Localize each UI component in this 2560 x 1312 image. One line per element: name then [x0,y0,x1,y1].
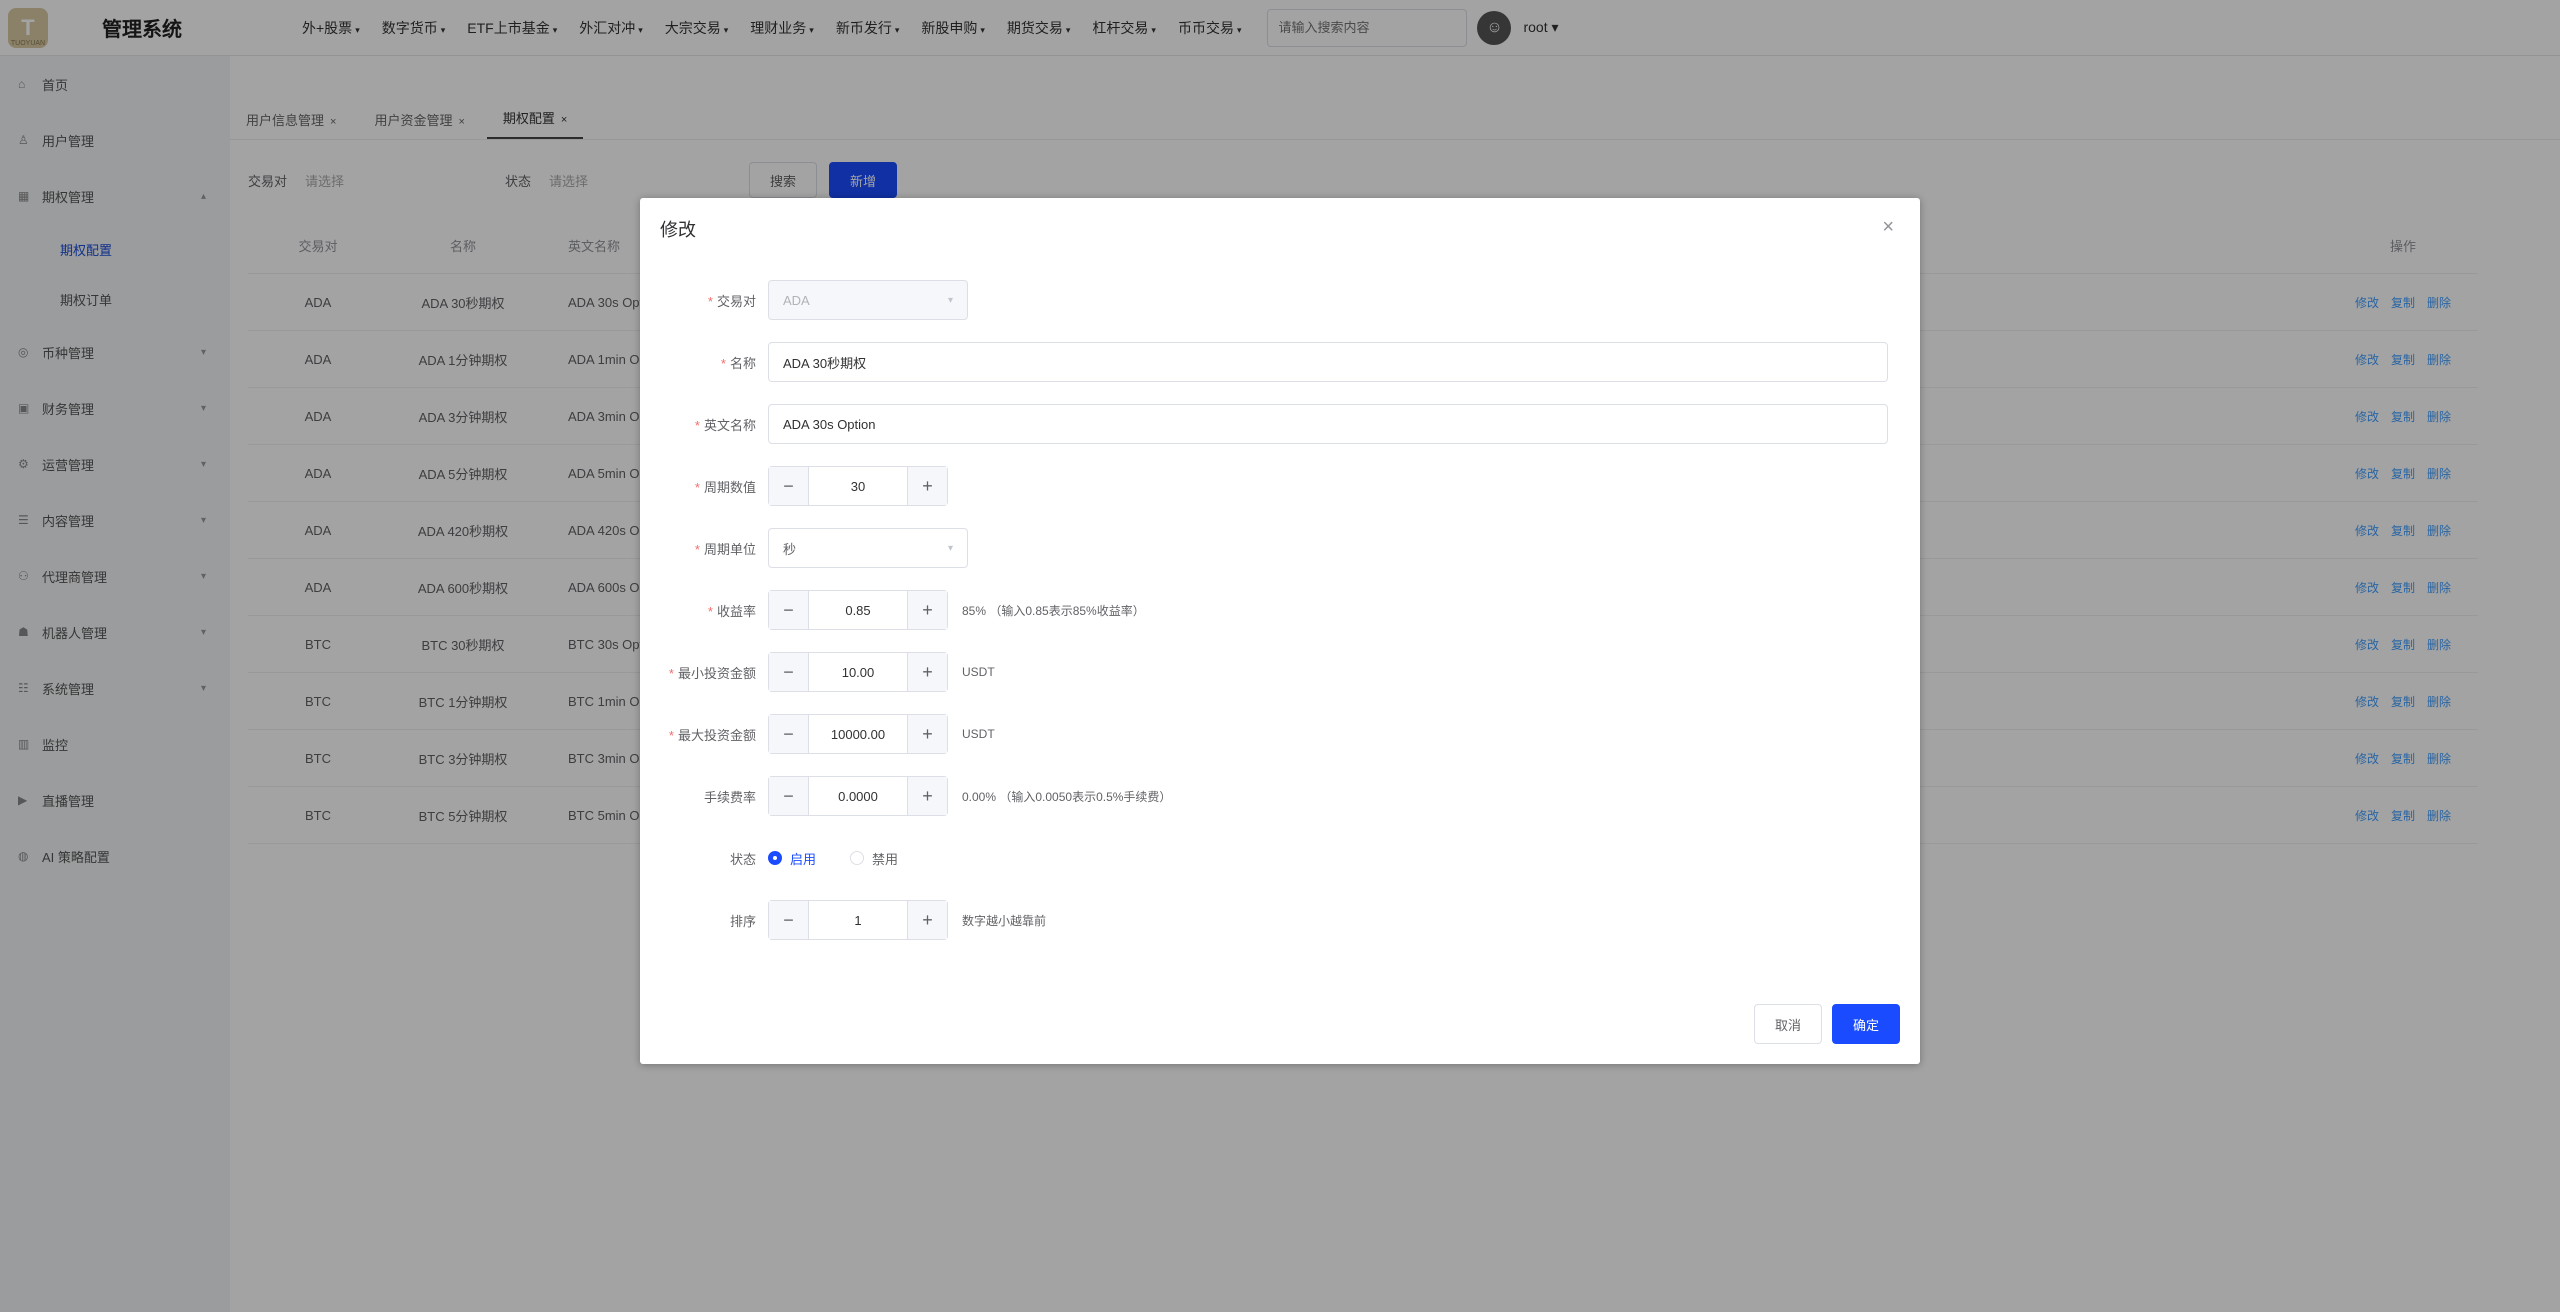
chevron-down-icon: ▾ [947,294,953,306]
sort-label: 排序 [729,913,756,929]
sort-stepper: − 1 + [768,900,948,940]
en-name-field[interactable]: ADA 30s Option [768,404,1888,444]
status-label: 状态 [729,851,756,867]
profit-rate-stepper: − 0.85 + [768,590,948,630]
max-invest-row: * 最大投资金额 − 10000.00 + USDT [640,714,995,754]
cancel-button[interactable]: 取消 [1753,1004,1822,1044]
sort-hint: 数字越小越靠前 [962,913,1047,928]
plus-icon[interactable]: + [907,715,947,753]
minus-icon[interactable]: − [769,653,809,691]
period-value-row: * 周期数值 − 30 + [640,466,948,506]
fee-rate-stepper: − 0.0000 + [768,776,948,816]
sort-row: 排序 − 1 + 数字越小越靠前 [640,900,1046,940]
profit-rate-label: * 收益率 [707,603,756,619]
name-row: * 名称 ADA 30秒期权 [640,342,1888,382]
minus-icon[interactable]: − [769,901,809,939]
minus-icon[interactable]: − [769,467,809,505]
min-invest-input[interactable]: 10.00 [809,665,907,680]
dialog-footer: 取消 确定 [1744,1004,1900,1044]
minus-icon[interactable]: − [769,777,809,815]
min-invest-unit: USDT [962,665,995,679]
edit-dialog: 修改 × * 交易对 ADA ▾ * 名称 ADA 30秒期权 * 英文名称 ADA 3… [640,198,1920,1064]
plus-icon[interactable]: + [907,653,947,691]
fee-rate-row: 手续费率 − 0.0000 + 0.00% （输入0.0050表示0.5%手续费… [640,776,1171,816]
pair-label: * 交易对 [707,293,756,309]
confirm-button[interactable]: 确定 [1831,1004,1900,1044]
en-name-label: * 英文名称 [694,417,756,433]
plus-icon[interactable]: + [907,591,947,629]
sort-input[interactable]: 1 [809,913,907,928]
minus-icon[interactable]: − [769,715,809,753]
max-invest-stepper: − 10000.00 + [768,714,948,754]
plus-icon[interactable]: + [907,901,947,939]
en-name-row: * 英文名称 ADA 30s Option [640,404,1888,444]
plus-icon[interactable]: + [907,467,947,505]
status-radio-enabled[interactable]: 启用 [768,849,816,868]
name-field[interactable]: ADA 30秒期权 [768,342,1888,382]
fee-rate-input[interactable]: 0.0000 [809,789,907,804]
min-invest-stepper: − 10.00 + [768,652,948,692]
status-radio-disabled[interactable]: 禁用 [850,849,898,868]
status-row: 状态 启用 禁用 [640,838,932,878]
period-value-label: * 周期数值 [694,479,756,495]
max-invest-unit: USDT [962,727,995,741]
fee-rate-hint: 0.00% （输入0.0050表示0.5%手续费） [962,789,1172,804]
min-invest-row: * 最小投资金额 − 10.00 + USDT [640,652,995,692]
dialog-title: 修改 [660,220,696,240]
pair-select: ADA ▾ [768,280,968,320]
period-unit-row: * 周期单位 秒 ▾ [640,528,968,568]
profit-rate-input[interactable]: 0.85 [809,603,907,618]
max-invest-label: * 最大投资金额 [668,727,756,743]
profit-rate-hint: 85% （输入0.85表示85%收益率） [962,603,1145,618]
period-unit-label: * 周期单位 [694,541,756,557]
plus-icon[interactable]: + [907,777,947,815]
fee-rate-label: 手续费率 [703,789,756,805]
minus-icon[interactable]: − [769,591,809,629]
chevron-down-icon: ▾ [947,542,953,554]
min-invest-label: * 最小投资金额 [668,665,756,681]
period-value-stepper: − 30 + [768,466,948,506]
period-unit-select[interactable]: 秒 ▾ [768,528,968,568]
max-invest-input[interactable]: 10000.00 [809,727,907,742]
profit-rate-row: * 收益率 − 0.85 + 85% （输入0.85表示85%收益率） [640,590,1145,630]
pair-row: * 交易对 ADA ▾ [640,280,968,320]
period-value-input[interactable]: 30 [809,479,907,494]
name-label: * 名称 [720,355,756,371]
close-icon[interactable]: × [1882,216,1894,239]
